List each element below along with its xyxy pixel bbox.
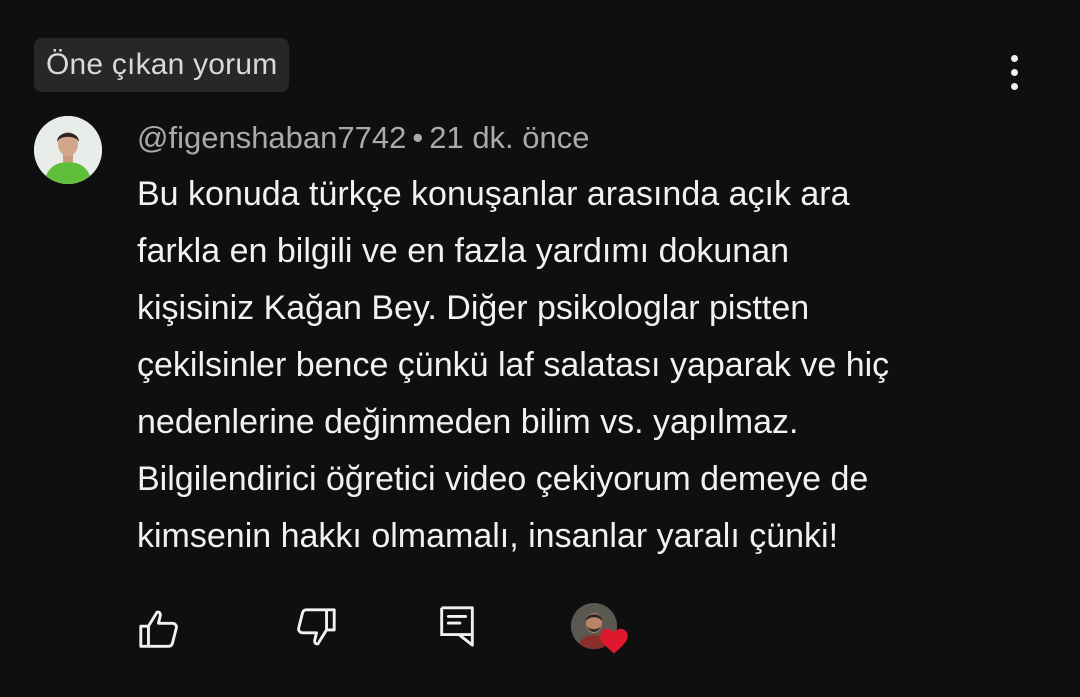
comment-line: kimsenin hakkı olmamalı, insanlar yaralı…	[137, 517, 839, 555]
comment-line: kişisiniz Kağan Bey. Diğer psikologlar p…	[137, 289, 810, 327]
comment-text: Bu konuda türkçe konuşanlar arasında açı…	[137, 166, 1037, 565]
meta-separator: •	[412, 120, 424, 155]
thumbs-down-icon	[297, 608, 336, 646]
comment-meta: @figenshaban7742 • 21 dk. önce	[137, 120, 590, 156]
comment-line: Bilgilendirici öğretici video çekiyorum …	[137, 460, 869, 498]
pinned-badge-label: Öne çıkan yorum	[46, 48, 278, 81]
avatar-image	[34, 116, 102, 184]
thumbs-up-icon	[139, 610, 178, 648]
more-vert-icon	[1010, 54, 1018, 62]
creator-heart-badge	[571, 603, 631, 657]
comment-panel: Öne çıkan yorum @figenshaban7742 • 21 dk. …	[0, 0, 1080, 697]
comment-line: çekilsinler bence çünkü laf salatası yap…	[137, 346, 890, 384]
comment-line: nedenlerine değinmeden bilim vs. yapılma…	[137, 403, 799, 441]
comment-line: farkla en bilgili ve en fazla yardımı do…	[137, 232, 790, 270]
reply-button[interactable]	[434, 602, 480, 648]
pinned-badge: Öne çıkan yorum	[34, 38, 290, 92]
more-options-button[interactable]	[994, 50, 1034, 94]
comment-line: Bu konuda türkçe konuşanlar arasında açı…	[137, 175, 850, 213]
like-button[interactable]	[136, 606, 182, 652]
more-vert-icon-dot	[1010, 82, 1018, 90]
comment-time[interactable]: 21 dk. önce	[429, 120, 589, 155]
author-handle[interactable]: @figenshaban7742	[137, 120, 406, 155]
more-vert-icon-dot	[1010, 68, 1018, 76]
heart-icon	[600, 628, 628, 654]
comment-reply-icon	[440, 606, 474, 647]
avatar[interactable]	[34, 116, 102, 184]
dislike-button[interactable]	[293, 604, 339, 650]
